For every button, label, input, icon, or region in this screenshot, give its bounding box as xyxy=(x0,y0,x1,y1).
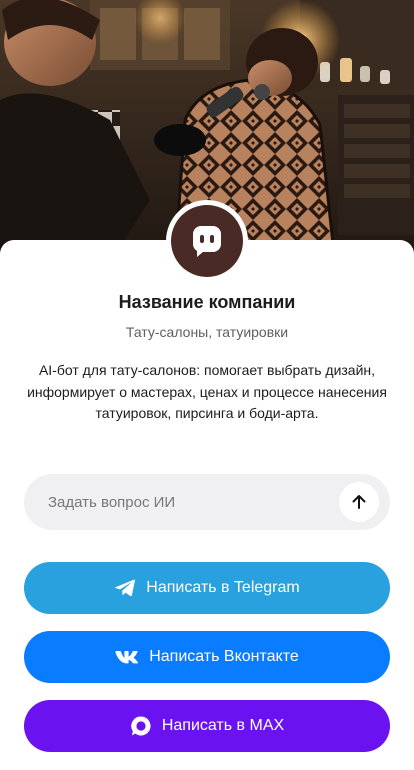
vk-icon xyxy=(115,650,139,664)
write-telegram-button[interactable]: Написать в Telegram xyxy=(24,562,390,614)
avatar xyxy=(171,205,243,277)
telegram-icon xyxy=(114,578,136,598)
arrow-up-icon xyxy=(352,495,366,509)
write-max-label: Написать в MAX xyxy=(161,717,285,734)
company-name: Название компании xyxy=(118,292,296,312)
chat-bot-icon xyxy=(193,226,221,257)
write-vk-label: Написать Вконтакте xyxy=(149,648,299,665)
write-vk-button[interactable]: Написать Вконтакте xyxy=(24,631,390,683)
max-icon xyxy=(130,715,152,737)
profile-page: Название компании Тату-салоны, татуировк… xyxy=(0,0,414,770)
company-description: AI-бот для тату-салонов: помогает выбрат… xyxy=(27,362,387,421)
ask-ai-box xyxy=(24,474,390,530)
company-category: Тату-салоны, татуировки xyxy=(125,324,289,340)
ask-ai-input[interactable] xyxy=(48,474,348,530)
send-button[interactable] xyxy=(339,482,379,522)
write-telegram-label: Написать в Telegram xyxy=(146,579,300,596)
write-max-button[interactable]: Написать в MAX xyxy=(24,700,390,752)
company-avatar xyxy=(166,200,248,282)
